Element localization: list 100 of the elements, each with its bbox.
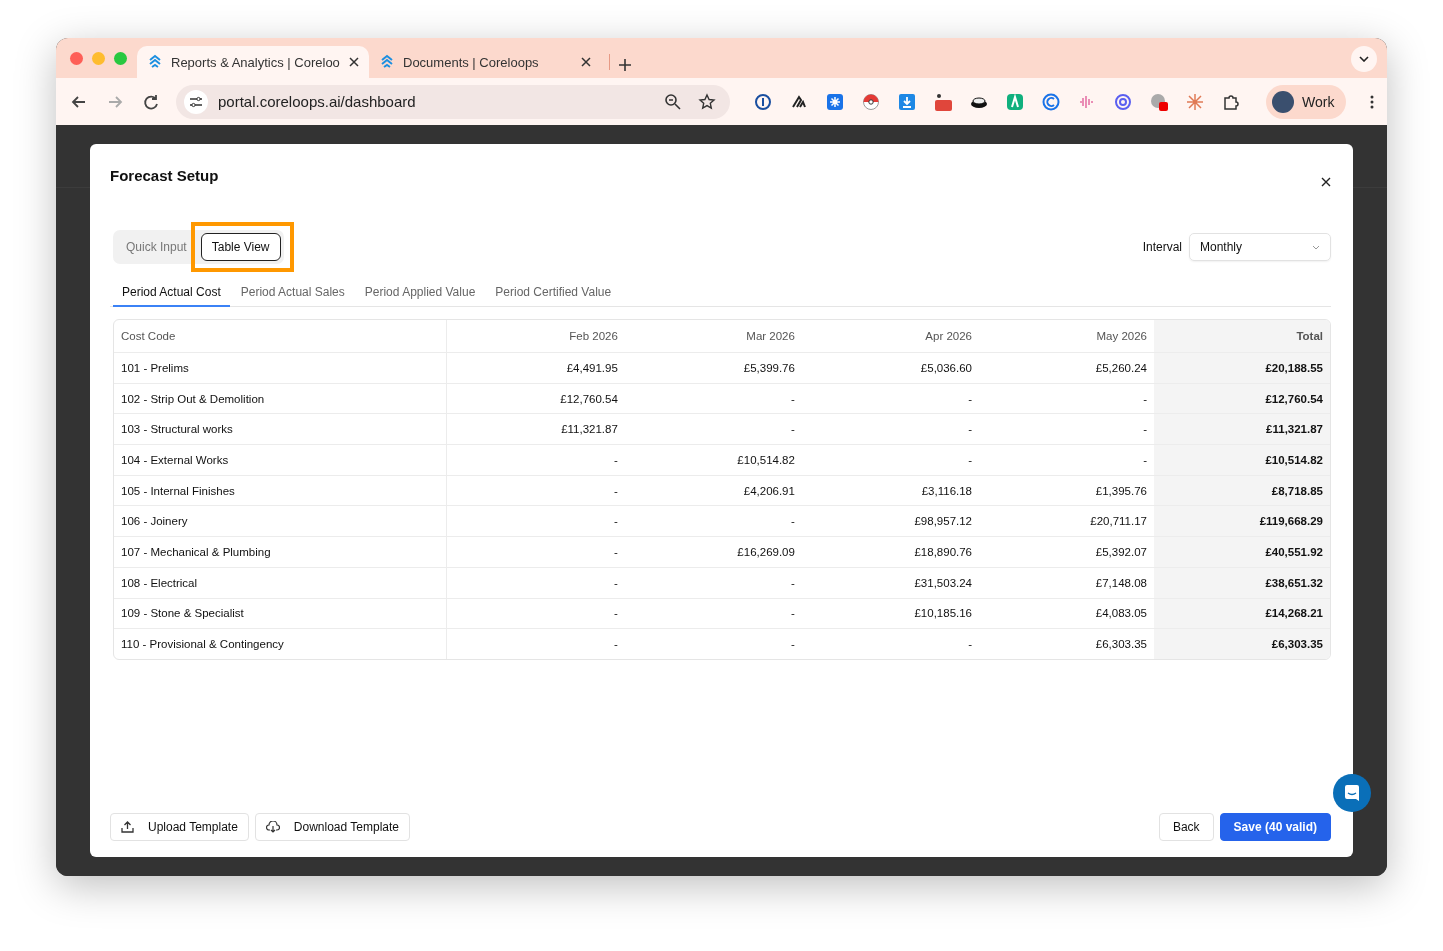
table-cell: 104 - External Works [114, 444, 447, 476]
more-options-icon[interactable] [1370, 94, 1375, 109]
table-cell: £16,269.09 [624, 536, 802, 568]
table-cell: 106 - Joinery [114, 505, 447, 537]
table-cell: - [624, 567, 802, 598]
tune-icon[interactable] [189, 95, 203, 108]
view-toggle-option[interactable]: Table View [200, 233, 281, 261]
letter-a-icon[interactable] [1006, 92, 1024, 111]
metric-tab[interactable]: Period Actual Cost [113, 280, 230, 307]
close-icon[interactable] [349, 57, 359, 67]
layers-icon [379, 54, 395, 70]
tab-search-button[interactable] [1351, 46, 1377, 72]
snowflake-icon[interactable] [826, 92, 844, 111]
ball-icon[interactable] [862, 92, 880, 111]
table-cell: £11,321.87 [446, 413, 625, 445]
chevron-down-icon [1359, 56, 1369, 62]
column-header: Mar 2026 [624, 320, 802, 353]
table-cell: - [801, 383, 979, 414]
puzzle-icon[interactable] [1222, 92, 1240, 111]
new-tab-icon[interactable] [618, 58, 632, 72]
download-template-button[interactable]: Download Template [254, 813, 411, 841]
cloud-download-icon [265, 821, 280, 833]
table-cell: £5,399.76 [624, 352, 802, 384]
close-icon[interactable] [581, 57, 591, 67]
profile-button[interactable]: Work [1266, 84, 1347, 119]
upload-template-button[interactable]: Upload Template [110, 813, 249, 841]
table-cell: £10,514.82 [1154, 444, 1330, 476]
ring-icon[interactable] [754, 92, 772, 111]
table-cell: - [801, 444, 979, 476]
table-cell: 105 - Internal Finishes [114, 475, 447, 506]
metric-tab[interactable]: Period Certified Value [486, 280, 621, 307]
table-cell: 109 - Stone & Specialist [114, 598, 447, 629]
table-cell: 101 - Prelims [114, 352, 447, 384]
table-cell: - [624, 413, 802, 445]
table-cell: - [446, 536, 625, 568]
column-header: Feb 2026 [446, 320, 625, 353]
zoom-out-icon[interactable] [664, 92, 682, 111]
star-icon[interactable] [698, 92, 716, 111]
metric-tab[interactable]: Period Actual Sales [231, 280, 354, 307]
layers-icon [147, 54, 163, 70]
table-cell: £10,185.16 [801, 598, 979, 629]
url-text: portal.coreloops.ai/dashboard [218, 93, 417, 110]
table-cell: 110 - Provisional & Contingency [114, 628, 447, 659]
table-cell: £4,206.91 [624, 475, 802, 506]
column-header: Apr 2026 [801, 320, 979, 353]
table-cell: 103 - Structural works [114, 413, 447, 445]
table-cell: £98,957.12 [801, 505, 979, 537]
table-cell: £119,668.29 [1154, 505, 1330, 537]
address-bar[interactable]: portal.coreloops.ai/dashboard [176, 84, 730, 119]
table-cell: - [624, 598, 802, 629]
view-toggle-option[interactable]: Quick Input [116, 233, 197, 261]
chat-bubble-icon [1343, 784, 1361, 802]
table-cell: £4,491.95 [446, 352, 625, 384]
c-circle-icon[interactable] [1042, 92, 1060, 111]
table-cell: 102 - Strip Out & Demolition [114, 383, 447, 414]
table-cell: - [446, 598, 625, 629]
table-cell: £6,303.35 [1154, 628, 1330, 659]
table-cell: - [446, 475, 625, 506]
table-cell: £11,321.87 [1154, 413, 1330, 445]
table-cell: £10,514.82 [624, 444, 802, 476]
table-cell: - [446, 567, 625, 598]
upload-icon [121, 821, 134, 833]
interval-dropdown[interactable]: Monthly [1189, 233, 1331, 261]
table-cell: £38,651.32 [1154, 567, 1330, 598]
browser-tab[interactable]: Documents | Coreloops [369, 46, 601, 78]
chevron-down-icon [1312, 244, 1320, 250]
download-icon[interactable] [898, 92, 916, 111]
table-cell: - [624, 628, 802, 659]
column-header: Total [1154, 320, 1330, 353]
table-cell: - [801, 628, 979, 659]
avatar-icon [1272, 90, 1294, 113]
table-cell: - [446, 628, 625, 659]
table-cell: - [624, 383, 802, 414]
back-button[interactable]: Back [1158, 813, 1214, 841]
table-cell: £12,760.54 [446, 383, 625, 414]
table-cell: - [801, 413, 979, 445]
table-cell: £40,551.92 [1154, 536, 1330, 568]
table-cell: £31,503.24 [801, 567, 979, 598]
chat-button[interactable] [1333, 774, 1371, 812]
save-button[interactable]: Save (40 valid) [1219, 813, 1331, 841]
table-cell: - [446, 505, 625, 537]
spiral-icon[interactable] [1114, 92, 1132, 111]
tab-title: Documents | Coreloops [403, 54, 540, 70]
column-header: Cost Code [114, 320, 447, 353]
close-icon[interactable] [1321, 177, 1331, 187]
modal-title: Forecast Setup [110, 166, 219, 184]
table-cell: - [446, 444, 625, 476]
starburst-icon[interactable] [1186, 92, 1204, 111]
table-cell: £18,890.76 [801, 536, 979, 568]
table-cell: £14,268.21 [1154, 598, 1330, 629]
table-cell: £12,760.54 [1154, 383, 1330, 414]
interval-label: Interval [1142, 240, 1182, 254]
metric-tab[interactable]: Period Applied Value [355, 280, 485, 307]
table-cell: 107 - Mechanical & Plumbing [114, 536, 447, 568]
column-header: May 2026 [979, 320, 1154, 353]
browser-tab[interactable]: Reports & Analytics | Coreloo [137, 46, 369, 78]
table-cell: 108 - Electrical [114, 567, 447, 598]
table-cell: £5,036.60 [801, 352, 979, 384]
tab-title: Reports & Analytics | Coreloo [171, 54, 341, 70]
table-cell: £8,718.85 [1154, 475, 1330, 506]
